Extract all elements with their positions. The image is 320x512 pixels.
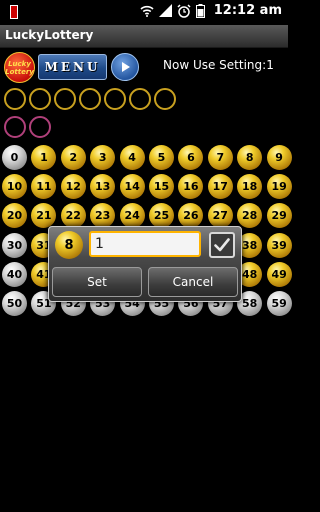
selected-number-slot[interactable] [29,88,51,110]
signal-icon [158,4,172,17]
confirm-checkbox[interactable] [209,232,235,258]
number-ball-39[interactable]: 39 [266,232,292,258]
alarm-icon [177,3,191,18]
number-ball-15[interactable]: 15 [149,174,174,200]
number-ball-14[interactable]: 14 [119,174,145,200]
selected-number-slot[interactable] [154,88,176,110]
number-ball-8[interactable]: 8 [237,145,263,170]
number-ball-28[interactable]: 28 [237,203,263,229]
number-ball-49[interactable]: 49 [266,261,292,287]
play-button[interactable] [111,53,139,81]
setting-value-input[interactable] [89,231,201,257]
logo-line-2: Lottery [5,67,34,76]
setting-dialog: 8 Set Cancel [48,226,242,302]
selected-number-slot[interactable] [4,88,26,110]
bonus-number-slot[interactable] [4,116,26,138]
number-ball-3[interactable]: 3 [90,145,116,170]
number-ball-19[interactable]: 19 [266,174,292,200]
play-icon [122,62,130,72]
number-ball-16[interactable]: 16 [178,174,204,200]
number-ball-11[interactable]: 11 [31,174,57,200]
number-ball-2[interactable]: 2 [60,145,86,170]
set-button[interactable]: Set [52,267,142,297]
sim-alert-icon [10,5,18,19]
lucky-lottery-logo: Lucky Lottery [4,52,35,83]
number-ball-0[interactable]: 0 [2,145,27,170]
checkmark-icon [214,238,230,252]
number-ball-24[interactable]: 24 [119,203,145,229]
bonus-numbers-row [4,116,51,138]
logo-line-1: Lucky [8,59,31,68]
number-ball-26[interactable]: 26 [178,203,204,229]
number-ball-25[interactable]: 25 [149,203,174,229]
number-ball-18[interactable]: 18 [237,174,263,200]
number-ball-30[interactable]: 30 [2,232,27,258]
bonus-number-slot[interactable] [29,116,51,138]
number-ball-27[interactable]: 27 [207,203,233,229]
number-ball-29[interactable]: 29 [266,203,292,229]
app-title-bar: LuckyLottery [0,25,288,48]
selected-number-slot[interactable] [54,88,76,110]
selected-number-slot[interactable] [79,88,101,110]
number-ball-59[interactable]: 59 [266,291,292,316]
cancel-button[interactable]: Cancel [148,267,238,297]
number-ball-7[interactable]: 7 [207,145,233,170]
menu-button[interactable]: MENU [38,54,107,80]
number-ball-1[interactable]: 1 [31,145,57,170]
battery-icon [195,3,205,18]
number-ball-13[interactable]: 13 [90,174,116,200]
number-ball-6[interactable]: 6 [178,145,204,170]
number-ball-40[interactable]: 40 [2,261,27,287]
selected-numbers-row [4,88,176,110]
number-ball-12[interactable]: 12 [60,174,86,200]
number-ball-4[interactable]: 4 [119,145,145,170]
status-bar: 12:12 am [0,0,288,25]
app-title: LuckyLottery [5,28,94,42]
wifi-icon [140,5,154,17]
number-ball-20[interactable]: 20 [2,203,27,229]
number-ball-10[interactable]: 10 [2,174,27,200]
toolbar: Lucky Lottery MENU Now Use Setting:1 [0,50,288,83]
number-ball-21[interactable]: 21 [31,203,57,229]
number-ball-23[interactable]: 23 [90,203,116,229]
selected-number-slot[interactable] [104,88,126,110]
number-ball-50[interactable]: 50 [2,291,27,316]
clock-time: 12:12 am [213,3,282,18]
number-ball-9[interactable]: 9 [266,145,292,170]
number-ball-22[interactable]: 22 [60,203,86,229]
current-setting-label: Now Use Setting:1 [163,58,274,72]
number-ball-5[interactable]: 5 [149,145,174,170]
selected-number-slot[interactable] [129,88,151,110]
dialog-ball: 8 [55,231,83,259]
number-ball-17[interactable]: 17 [207,174,233,200]
